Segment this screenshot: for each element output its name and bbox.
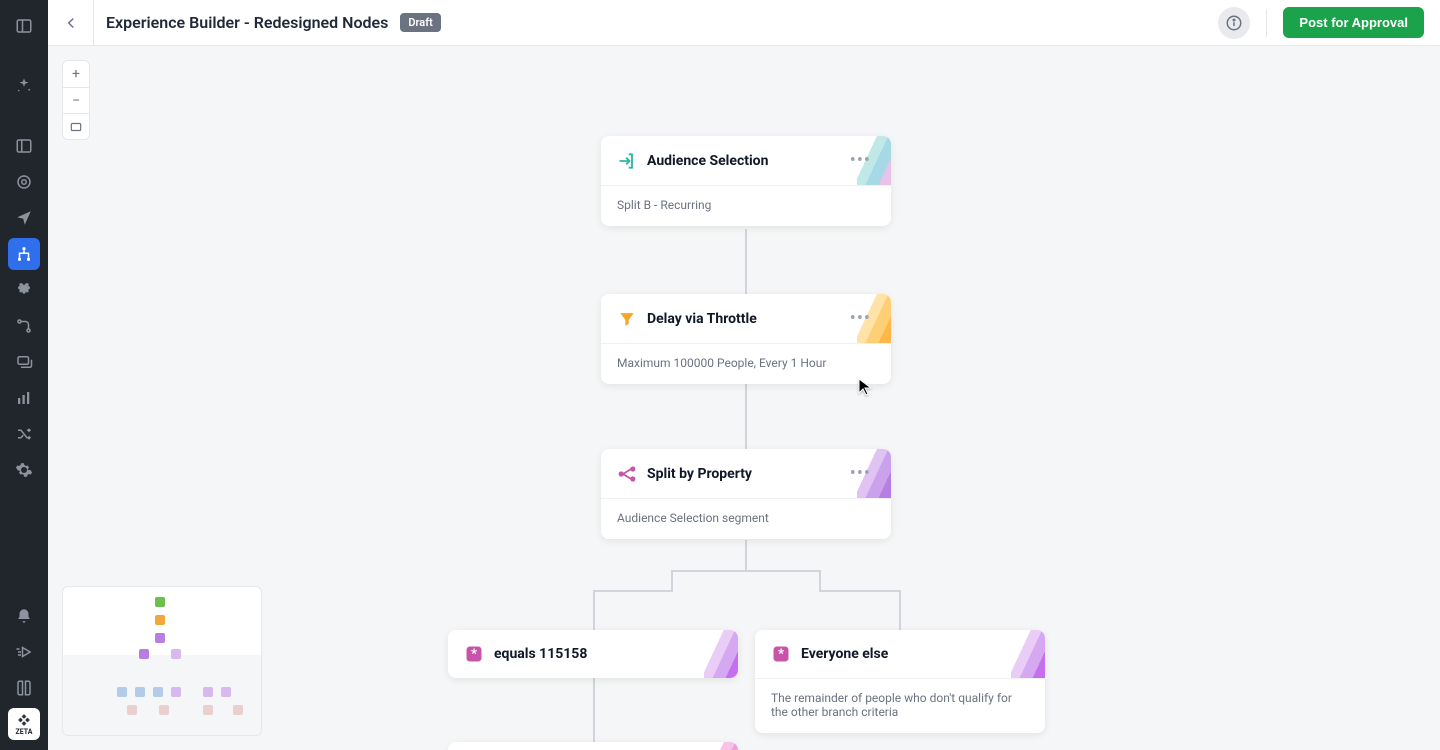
connector	[819, 570, 821, 590]
node-audience-selection[interactable]: Audience Selection ••• Split B - Recurri…	[601, 136, 891, 226]
connector	[899, 590, 901, 630]
zoom-fit-button[interactable]	[63, 113, 89, 139]
sidebar-item-flow[interactable]	[8, 238, 40, 270]
sidebar-item-target[interactable]	[8, 166, 40, 198]
connector	[593, 676, 595, 742]
zoom-out-button[interactable]: −	[63, 87, 89, 113]
back-button[interactable]	[48, 0, 94, 46]
connector	[671, 570, 673, 590]
sidebar-item-stack[interactable]	[8, 346, 40, 378]
node-title: Audience Selection	[647, 153, 836, 169]
node-description: The remainder of people who don't qualif…	[755, 678, 1045, 733]
connector	[593, 590, 595, 630]
node-title: Split by Property	[647, 466, 836, 482]
connector	[745, 229, 747, 294]
node-menu-button[interactable]: •••	[846, 463, 875, 484]
sidebar-item-puzzle[interactable]	[8, 274, 40, 306]
zoom-controls: + −	[62, 60, 90, 140]
sidebar-item-shuffle[interactable]	[8, 418, 40, 450]
sidebar-item-speed[interactable]	[8, 636, 40, 668]
zoom-in-button[interactable]: +	[63, 61, 89, 87]
node-title: Everyone else	[801, 646, 1029, 662]
connector	[671, 570, 821, 572]
sidebar-item-connect[interactable]	[8, 310, 40, 342]
svg-text:*: *	[471, 647, 477, 662]
node-description: Maximum 100000 People, Every 1 Hour	[601, 343, 891, 384]
node-title: equals 115158	[494, 646, 722, 662]
node-description: Audience Selection segment	[601, 498, 891, 539]
status-badge: Draft	[400, 13, 440, 32]
info-button[interactable]	[1218, 7, 1250, 39]
sidebar-item-docs[interactable]	[8, 672, 40, 704]
node-menu-button[interactable]: •••	[846, 150, 875, 171]
left-sidebar: ZETA	[0, 0, 48, 750]
sidebar-item-panel[interactable]	[8, 10, 40, 42]
node-title: Delay via Throttle	[647, 311, 836, 327]
sidebar-item-dashboard[interactable]	[8, 130, 40, 162]
node-split-property[interactable]: Split by Property ••• Audience Selection…	[601, 449, 891, 539]
sidebar-item-reports[interactable]	[8, 382, 40, 414]
brand-logo-text: ZETA	[16, 728, 33, 736]
connector	[819, 590, 899, 592]
brand-logo[interactable]: ZETA	[8, 708, 40, 740]
login-icon	[617, 151, 637, 171]
sidebar-item-send[interactable]	[8, 202, 40, 234]
sidebar-item-settings[interactable]	[8, 454, 40, 486]
node-delay-throttle[interactable]: Delay via Throttle ••• Maximum 100000 Pe…	[601, 294, 891, 384]
node-branch-everyone-else[interactable]: * Everyone else The remainder of people …	[755, 630, 1045, 733]
sidebar-item-notifications[interactable]	[8, 600, 40, 632]
asterisk-icon: *	[771, 644, 791, 664]
asterisk-icon: *	[464, 644, 484, 664]
node-campaign-events[interactable]: Campaign for Events •••	[448, 742, 738, 750]
post-for-approval-button[interactable]: Post for Approval	[1283, 7, 1424, 38]
connector	[745, 540, 747, 570]
connector	[745, 384, 747, 449]
node-description: Split B - Recurring	[601, 185, 891, 226]
connector	[593, 590, 673, 592]
sidebar-item-sparkles[interactable]	[8, 70, 40, 102]
node-branch-equals[interactable]: * equals 115158	[448, 630, 738, 678]
node-menu-button[interactable]: •••	[846, 308, 875, 329]
page-header: Experience Builder - Redesigned Nodes Dr…	[48, 0, 1440, 46]
split-icon	[617, 464, 637, 484]
funnel-icon	[617, 309, 637, 329]
svg-text:*: *	[778, 647, 784, 662]
minimap[interactable]	[62, 586, 262, 736]
page-title: Experience Builder - Redesigned Nodes	[106, 13, 388, 32]
